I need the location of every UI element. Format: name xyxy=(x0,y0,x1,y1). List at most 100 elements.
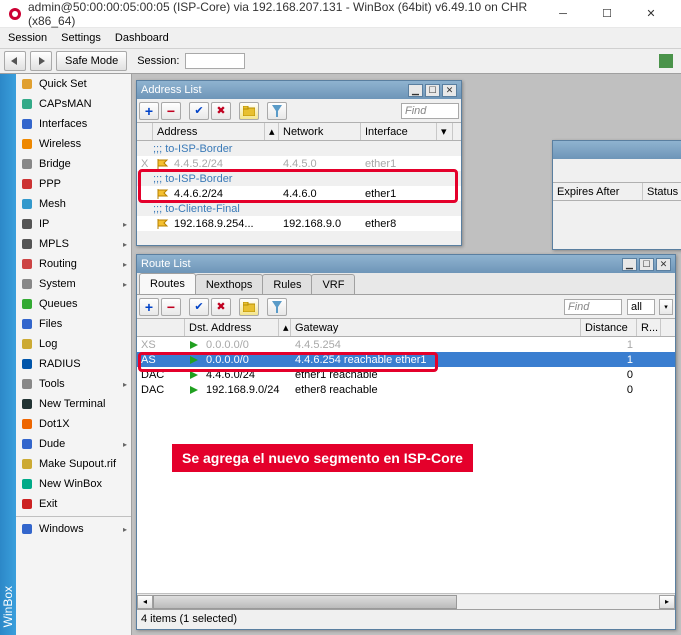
minimize-button[interactable]: ─ xyxy=(541,0,585,28)
route-col-r[interactable]: R... xyxy=(637,319,661,336)
sidebar-item-quick-set[interactable]: Quick Set xyxy=(16,74,131,94)
scroll-left-button[interactable]: ◂ xyxy=(137,595,153,609)
cap-icon xyxy=(20,97,34,111)
address-row[interactable]: 192.168.9.254...192.168.9.0ether8 xyxy=(137,216,461,231)
addr-enable-button[interactable]: ✔ xyxy=(189,102,209,120)
scroll-thumb[interactable] xyxy=(153,595,457,609)
addr-col-interface[interactable]: Interface xyxy=(361,123,437,140)
address-list-title: Address List xyxy=(141,84,406,96)
sidebar-item-files[interactable]: Files xyxy=(16,314,131,334)
background-window[interactable]: ▁ ☐ ✕ Find Expires After Status ▾ xyxy=(552,140,681,250)
route-col-gateway[interactable]: Gateway xyxy=(291,319,581,336)
route-col-flag[interactable] xyxy=(137,319,185,336)
route-all-drop[interactable]: ▾ xyxy=(659,299,673,315)
sidebar-item-mpls[interactable]: MPLS▸ xyxy=(16,234,131,254)
safe-mode-button[interactable]: Safe Mode xyxy=(56,51,127,71)
sidebar-item-ip[interactable]: IP▸ xyxy=(16,214,131,234)
route-col-distance[interactable]: Distance xyxy=(581,319,637,336)
sidebar-item-radius[interactable]: RADIUS xyxy=(16,354,131,374)
addr-remove-button[interactable]: − xyxy=(161,102,181,120)
route-row[interactable]: AS 0.0.0.0/04.4.6.254 reachable ether11 xyxy=(137,352,675,367)
sidebar-item-label: Dot1X xyxy=(39,418,127,430)
route-close-button[interactable]: ✕ xyxy=(656,258,671,271)
route-row[interactable]: DAC 192.168.9.0/24ether8 reachable0 xyxy=(137,382,675,397)
menu-session[interactable]: Session xyxy=(8,32,47,44)
route-all-select[interactable]: all xyxy=(627,299,655,315)
sidebar-item-dude[interactable]: Dude ▸ xyxy=(16,434,131,454)
scroll-right-button[interactable]: ▸ xyxy=(659,595,675,609)
chevron-right-icon: ▸ xyxy=(123,440,127,449)
route-row[interactable]: DAC 4.4.6.0/24ether1 reachable0 xyxy=(137,367,675,382)
route-hscroll[interactable]: ◂ ▸ xyxy=(137,593,675,609)
sidebar-item-mesh[interactable]: Mesh xyxy=(16,194,131,214)
route-enable-button[interactable]: ✔ xyxy=(189,298,209,316)
sidebar-item-dot1x[interactable]: Dot1X xyxy=(16,414,131,434)
sidebar-item-new-winbox[interactable]: New WinBox xyxy=(16,474,131,494)
route-disable-button[interactable]: ✖ xyxy=(211,298,231,316)
route-row[interactable]: XS 0.0.0.0/04.4.5.2541 xyxy=(137,337,675,352)
route-min-button[interactable]: ▁ xyxy=(622,258,637,271)
undo-button[interactable] xyxy=(4,51,26,71)
route-add-button[interactable]: + xyxy=(139,298,159,316)
bgwin-col-expires[interactable]: Expires After xyxy=(553,183,643,200)
addr-disable-button[interactable]: ✖ xyxy=(211,102,231,120)
sidebar-item-interfaces[interactable]: Interfaces xyxy=(16,114,131,134)
route-list-window[interactable]: Route List ▁ ☐ ✕ Routes Nexthops Rules V… xyxy=(136,254,676,630)
sidebar-item-capsman[interactable]: CAPsMAN xyxy=(16,94,131,114)
sidebar-item-routing[interactable]: Routing▸ xyxy=(16,254,131,274)
route-filter-button[interactable] xyxy=(267,298,287,316)
sidebar-item-label: Dude xyxy=(39,438,118,450)
sidebar-item-exit[interactable]: Exit xyxy=(16,494,131,514)
route-comment-button[interactable] xyxy=(239,298,259,316)
tab-vrf[interactable]: VRF xyxy=(311,274,355,294)
address-comment-row[interactable]: ;;; to-ISP-Border xyxy=(137,171,461,186)
menu-settings[interactable]: Settings xyxy=(61,32,101,44)
session-input[interactable] xyxy=(185,53,245,69)
redo-button[interactable] xyxy=(30,51,52,71)
address-list-window[interactable]: Address List ▁ ☐ ✕ + − ✔ ✖ F xyxy=(136,80,462,246)
menu-dashboard[interactable]: Dashboard xyxy=(115,32,169,44)
tab-nexthops[interactable]: Nexthops xyxy=(195,274,263,294)
sidebar-item-wireless[interactable]: Wireless xyxy=(16,134,131,154)
route-remove-button[interactable]: − xyxy=(161,298,181,316)
sidebar-item-label: Files xyxy=(39,318,127,330)
addr-filter-button[interactable] xyxy=(267,102,287,120)
maximize-button[interactable]: ☐ xyxy=(585,0,629,28)
queues-icon xyxy=(20,297,34,311)
route-find-input[interactable]: Find xyxy=(564,299,622,315)
sidebar-item-queues[interactable]: Queues xyxy=(16,294,131,314)
tab-routes[interactable]: Routes xyxy=(139,273,196,294)
close-button[interactable]: ✕ xyxy=(629,0,673,28)
sidebar-item-windows[interactable]: Windows▸ xyxy=(16,519,131,539)
sidebar-item-system[interactable]: System▸ xyxy=(16,274,131,294)
addr-col-address[interactable]: Address xyxy=(153,123,265,140)
route-col-dst[interactable]: Dst. Address xyxy=(185,319,279,336)
sidebar-item-bridge[interactable]: Bridge xyxy=(16,154,131,174)
address-comment-row[interactable]: ;;; to-Cliente-Final xyxy=(137,201,461,216)
addr-col-flag[interactable] xyxy=(137,123,153,140)
addr-close-button[interactable]: ✕ xyxy=(442,84,457,97)
bgwin-col-status[interactable]: Status xyxy=(643,183,681,200)
addr-find-input[interactable]: Find xyxy=(401,103,459,119)
tab-rules[interactable]: Rules xyxy=(262,274,312,294)
address-row[interactable]: X 4.4.5.2/244.4.5.0ether1 xyxy=(137,156,461,171)
route-max-button[interactable]: ☐ xyxy=(639,258,654,271)
address-comment-row[interactable]: ;;; to-ISP-Border xyxy=(137,141,461,156)
bridge-icon xyxy=(20,157,34,171)
addr-col-network[interactable]: Network xyxy=(279,123,361,140)
addr-col-sort-icon[interactable]: ▴ xyxy=(265,123,279,140)
sidebar-item-ppp[interactable]: PPP xyxy=(16,174,131,194)
addr-comment-button[interactable] xyxy=(239,102,259,120)
route-col-sort-icon[interactable]: ▴ xyxy=(279,319,291,336)
sidebar-item-new-terminal[interactable]: New Terminal xyxy=(16,394,131,414)
address-row[interactable]: 4.4.6.2/244.4.6.0ether1 xyxy=(137,186,461,201)
addr-col-drop[interactable]: ▾ xyxy=(437,123,453,140)
addr-max-button[interactable]: ☐ xyxy=(425,84,440,97)
sidebar-item-label: Exit xyxy=(39,498,127,510)
address-list-body[interactable]: ;;; to-ISP-BorderX 4.4.5.2/244.4.5.0ethe… xyxy=(137,141,461,231)
addr-add-button[interactable]: + xyxy=(139,102,159,120)
sidebar-item-log[interactable]: Log xyxy=(16,334,131,354)
sidebar-item-tools[interactable]: Tools▸ xyxy=(16,374,131,394)
sidebar-item-make-supout-rif[interactable]: Make Supout.rif xyxy=(16,454,131,474)
addr-min-button[interactable]: ▁ xyxy=(408,84,423,97)
